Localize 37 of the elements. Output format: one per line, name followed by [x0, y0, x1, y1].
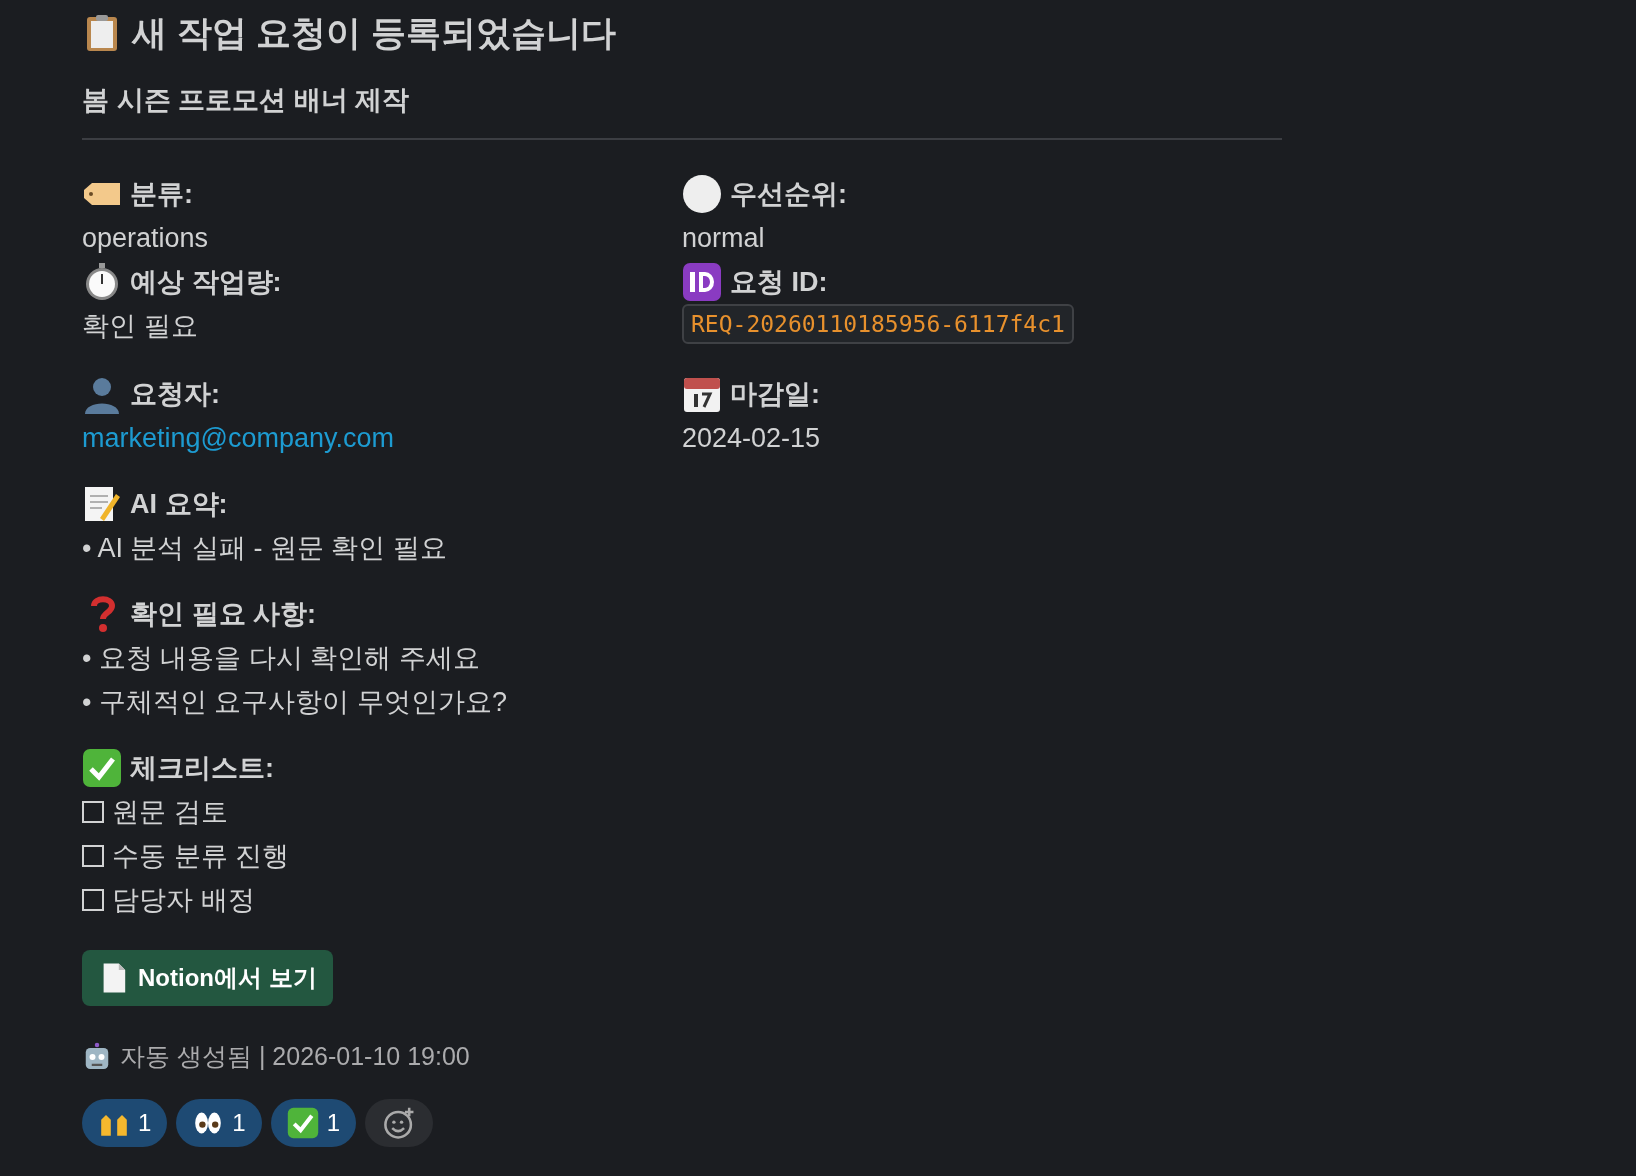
field-label: 분류: — [130, 178, 193, 211]
checkbox[interactable] — [82, 889, 104, 911]
bullet-text: • 구체적인 요구사항이 무엇인가요? — [82, 686, 508, 719]
circle-icon — [682, 174, 722, 214]
field-value: 확인 필요 — [82, 310, 199, 343]
check-mark-icon — [286, 1107, 319, 1139]
field-label: 요청 ID: — [730, 266, 828, 299]
section-label: 확인 필요 사항: — [130, 598, 316, 631]
field-value: 2024-02-15 — [682, 422, 822, 455]
field-label: 우선순위: — [730, 178, 847, 211]
add-reaction-button[interactable] — [365, 1099, 434, 1147]
request-id-code: REQ-20260110185956-6117f4c1 — [682, 304, 1074, 344]
section-label: 체크리스트: — [130, 752, 274, 785]
checklist-item-label: 담당자 배정 — [112, 884, 255, 917]
bullet-text: • AI 분석 실패 - 원문 확인 필요 — [82, 532, 448, 565]
field-label: 예상 작업량: — [130, 266, 282, 299]
reaction-pill[interactable]: 1 — [270, 1099, 357, 1147]
memo-pencil-icon — [82, 484, 122, 524]
reaction-pill[interactable]: 1 — [82, 1099, 168, 1147]
message-title: 새 작업 요청이 등록되었습니다 — [132, 12, 617, 54]
request-title: 봄 시즌 프로모션 배너 제작 — [82, 84, 410, 117]
field-value: normal — [682, 222, 766, 255]
reaction-pill[interactable]: 1 — [176, 1099, 262, 1147]
bullet-text: • 요청 내용을 다시 확인해 주세요 — [82, 642, 481, 675]
field-value: operations — [82, 222, 210, 255]
notion-button[interactable]: Notion에서 보기 — [82, 950, 333, 1006]
check-mark-icon — [82, 748, 122, 788]
footer-text: 자동 생성됨 | 2026-01-10 19:00 — [120, 1041, 470, 1072]
field-label: 마감일: — [730, 378, 820, 411]
checkbox[interactable] — [82, 845, 104, 867]
checklist-item-label: 원문 검토 — [112, 796, 228, 829]
checklist-item-label: 수동 분류 진행 — [112, 840, 289, 873]
email-link[interactable]: marketing@company.com — [82, 423, 395, 453]
section-label: AI 요약: — [130, 488, 228, 521]
id-badge-icon — [682, 262, 722, 302]
checkbox[interactable] — [82, 801, 104, 823]
field-label: 요청자: — [130, 378, 220, 411]
